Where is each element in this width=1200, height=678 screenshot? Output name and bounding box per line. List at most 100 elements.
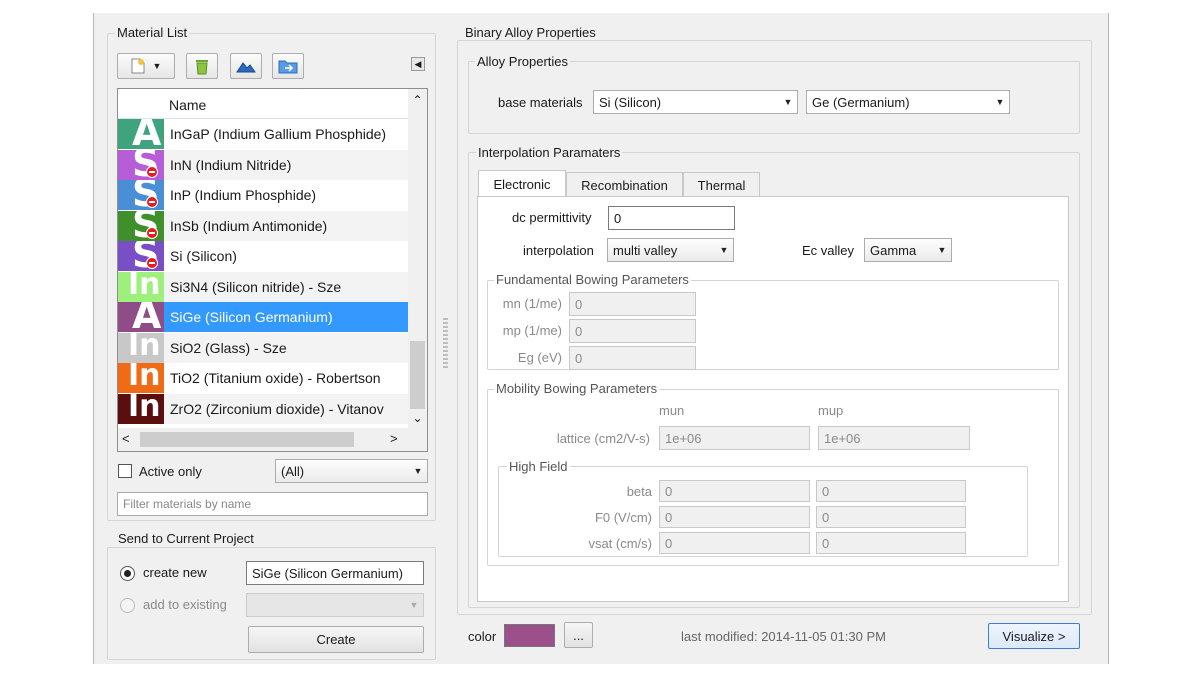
chevron-down-icon: ▼ (719, 245, 729, 255)
scroll-left-icon[interactable]: < (122, 431, 130, 446)
scroll-down-icon[interactable]: ⌄ (408, 411, 427, 425)
scroll-up-icon[interactable]: ⌃ (408, 93, 427, 107)
new-material-button[interactable]: ▼ (117, 53, 175, 79)
add-existing-radio[interactable] (120, 598, 135, 613)
visualize-button[interactable]: Visualize > (988, 623, 1080, 649)
material-list-title: Material List (115, 25, 190, 40)
create-new-name-input[interactable]: SiGe (Silicon Germanium) (246, 561, 424, 585)
chevron-down-icon: ▼ (937, 245, 947, 255)
high-field-label: beta (626, 484, 652, 499)
mountain-icon (236, 62, 256, 73)
alloy-properties-title: Alloy Properties (475, 54, 571, 69)
list-item[interactable]: A SiGe (Silicon Germanium) (118, 302, 408, 332)
stop-icon (146, 226, 158, 239)
hscroll-thumb[interactable] (140, 432, 354, 447)
send-project-title: Send to Current Project (116, 531, 256, 546)
tab-thermal[interactable]: Thermal (683, 172, 760, 197)
create-button[interactable]: Create (248, 626, 424, 653)
interpolation-combo[interactable]: multi valley ▼ (607, 238, 734, 262)
list-item[interactable]: In ZrO2 (Zirconium dioxide) - Vitanov (118, 393, 408, 424)
material-letter: In (128, 393, 161, 424)
new-document-icon (131, 58, 145, 74)
material-color-icon: A (118, 302, 164, 332)
lattice-mup-value: 1e+06 (824, 430, 861, 446)
ec-valley-combo[interactable]: Gamma ▼ (864, 238, 952, 262)
high-field-mup-input[interactable]: 0 (816, 532, 966, 554)
list-item[interactable]: In TiO2 (Titanium oxide) - Robertson (118, 363, 408, 393)
fund-param-input[interactable]: 0 (569, 292, 696, 316)
add-existing-label: add to existing (143, 597, 227, 612)
color-swatch[interactable] (504, 624, 555, 647)
material-letter: In (128, 271, 161, 302)
scroll-right-icon[interactable]: > (390, 431, 398, 446)
high-field-mup-value: 0 (822, 483, 830, 499)
tab-recombination[interactable]: Recombination (566, 172, 683, 197)
high-field-mun-value: 0 (665, 509, 673, 525)
dc-permittivity-input[interactable]: 0 (608, 206, 735, 230)
high-field-title: High Field (507, 459, 570, 474)
last-modified-label: last modified: 2014-11-05 01:30 PM (681, 629, 886, 644)
list-item[interactable]: S InN (Indium Nitride) (118, 149, 408, 180)
material-name: Si3N4 (Silicon nitride) - Sze (170, 278, 342, 295)
base-material-2-combo[interactable]: Ge (Germanium) ▼ (806, 90, 1010, 114)
lattice-mun-input[interactable]: 1e+06 (659, 426, 810, 450)
active-only-checkbox[interactable] (118, 464, 132, 478)
horizontal-scrollbar[interactable]: < > (118, 428, 427, 451)
sort-indicator-icon: ⌃ (298, 88, 307, 97)
material-name: InSb (Indium Antimonide) (170, 217, 328, 234)
color-picker-button[interactable]: ... (564, 622, 593, 648)
name-column-header[interactable]: Name (169, 97, 206, 113)
filter-materials-input[interactable]: Filter materials by name (117, 492, 428, 516)
folder-export-icon (278, 60, 298, 74)
high-field-mup-input[interactable]: 0 (816, 480, 966, 502)
tab-electronic[interactable]: Electronic (478, 170, 566, 197)
high-field-label: F0 (V/cm) (594, 510, 652, 525)
material-letter: A (132, 302, 162, 332)
material-letter: In (128, 332, 161, 363)
create-new-label: create new (143, 565, 207, 580)
list-item[interactable]: S InSb (Indium Antimonide) (118, 210, 408, 241)
fund-param-input[interactable]: 0 (569, 319, 696, 343)
material-name: InP (Indium Phosphide) (170, 187, 317, 203)
list-item[interactable]: In Si3N4 (Silicon nitride) - Sze (118, 271, 408, 302)
base-material-1-combo[interactable]: Si (Silicon) ▼ (593, 90, 798, 114)
interpolation-value: multi valley (613, 242, 678, 258)
fund-param-input[interactable]: 0 (569, 346, 696, 370)
fund-param-value: 0 (575, 350, 583, 366)
delete-material-button[interactable] (186, 53, 218, 79)
high-field-mun-input[interactable]: 0 (659, 506, 810, 528)
ec-valley-label: Ec valley (802, 243, 855, 258)
mun-header: mun (659, 403, 685, 418)
list-item[interactable]: S InP (Indium Phosphide) (118, 180, 408, 210)
material-name: InN (Indium Nitride) (170, 156, 292, 173)
high-field-mun-value: 0 (665, 483, 673, 499)
material-color-icon: In (118, 363, 164, 393)
collapse-panel-icon[interactable]: ◀ (411, 57, 425, 71)
list-item[interactable]: A InGaP (Indium Gallium Phosphide) (118, 119, 408, 149)
stop-icon (146, 165, 158, 178)
existing-project-combo[interactable]: ▼ (246, 593, 424, 617)
color-label: color (468, 629, 497, 644)
fund-param-label: mp (1/me) (502, 323, 562, 338)
create-new-radio[interactable] (120, 566, 135, 581)
base-material-1-value: Si (Silicon) (599, 94, 662, 110)
high-field-mun-input[interactable]: 0 (659, 532, 810, 554)
list-item[interactable]: S Si (Silicon) (118, 241, 408, 271)
lattice-mup-input[interactable]: 1e+06 (818, 426, 970, 450)
scroll-thumb[interactable] (410, 341, 425, 409)
list-item[interactable]: In SiO2 (Glass) - Sze (118, 332, 408, 363)
material-color-icon: S (118, 241, 164, 271)
high-field-mup-input[interactable]: 0 (816, 506, 966, 528)
high-field-mun-input[interactable]: 0 (659, 480, 810, 502)
material-color-icon: In (118, 393, 164, 424)
ec-valley-value: Gamma (870, 242, 917, 258)
splitter-handle[interactable] (443, 318, 448, 370)
material-color-icon: A (118, 119, 164, 149)
export-material-button[interactable] (272, 53, 304, 79)
material-properties-button[interactable] (230, 53, 262, 79)
vertical-scrollbar[interactable]: ⌃ ⌄ (408, 89, 427, 428)
chevron-down-icon: ▼ (413, 466, 423, 476)
filter-type-combo[interactable]: (All) ▼ (275, 459, 428, 483)
interpolation-title: Interpolation Paramaters (476, 145, 623, 160)
stop-icon (146, 257, 158, 269)
